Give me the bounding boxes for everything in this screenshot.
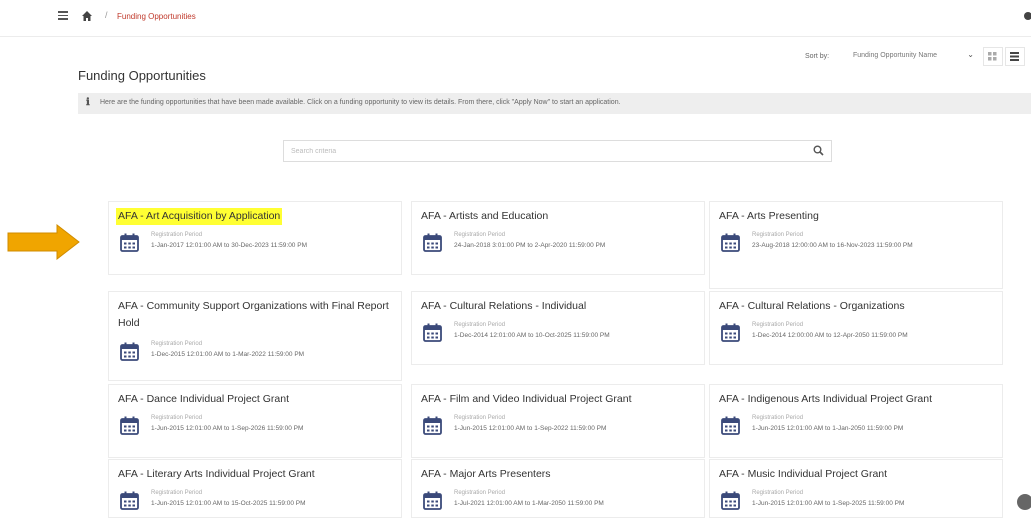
registration-period-label: Registration Period <box>151 232 203 238</box>
opportunity-title[interactable]: AFA - Arts Presenting <box>719 208 819 225</box>
menu-icon[interactable] <box>58 11 68 20</box>
grid-view-button[interactable] <box>983 47 1003 66</box>
registration-period: 24-Jan-2018 3:01:00 PM to 2-Apr-2020 11:… <box>454 242 606 249</box>
opportunity-title[interactable]: AFA - Literary Arts Individual Project G… <box>118 466 315 483</box>
opportunity-card[interactable]: AFA - Music Individual Project Grant Regi… <box>709 459 1003 518</box>
calendar-icon <box>423 416 442 435</box>
sort-select[interactable]: Funding Opportunity Name ⌄ <box>850 49 976 63</box>
sort-selected-value: Funding Opportunity Name <box>853 52 938 59</box>
calendar-icon <box>120 342 139 361</box>
opportunity-card[interactable]: AFA - Cultural Relations - Individual Reg… <box>411 291 705 365</box>
opportunity-title[interactable]: AFA - Music Individual Project Grant <box>719 466 887 483</box>
registration-period-label: Registration Period <box>151 490 203 496</box>
calendar-icon <box>721 233 740 252</box>
scroll-up-icon[interactable] <box>1017 494 1031 510</box>
top-bar: / Funding Opportunities <box>0 0 1031 37</box>
calendar-icon <box>120 491 139 510</box>
registration-period: 1-Jun-2015 12:01:00 AM to 1-Sep-2026 11:… <box>151 425 304 432</box>
registration-period-label: Registration Period <box>752 232 804 238</box>
registration-period-label: Registration Period <box>454 415 506 421</box>
opportunity-title[interactable]: AFA - Cultural Relations - Individual <box>421 298 586 315</box>
registration-period: 1-Jun-2015 12:01:00 AM to 1-Sep-2025 11:… <box>752 500 905 507</box>
page-title: Funding Opportunities <box>78 68 206 83</box>
breadcrumb-separator: / <box>105 10 108 20</box>
calendar-icon <box>721 323 740 342</box>
registration-period: 1-Jun-2015 12:01:00 AM to 1-Sep-2022 11:… <box>454 425 607 432</box>
list-icon <box>1010 52 1019 61</box>
calendar-icon <box>120 233 139 252</box>
opportunity-card[interactable]: AFA - Art Acquisition by Application Regi… <box>108 201 402 275</box>
info-icon: ℹ <box>86 97 90 108</box>
grid-icon <box>988 52 997 61</box>
opportunity-title[interactable]: AFA - Film and Video Individual Project … <box>421 391 632 408</box>
registration-period-label: Registration Period <box>454 232 506 238</box>
opportunity-title[interactable]: AFA - Major Arts Presenters <box>421 466 551 483</box>
arrow-annotation-icon <box>7 224 80 260</box>
opportunity-card[interactable]: AFA - Film and Video Individual Project … <box>411 384 705 458</box>
search-icon[interactable] <box>813 145 824 156</box>
opportunity-card[interactable]: AFA - Cultural Relations - Organizations… <box>709 291 1003 365</box>
opportunity-card[interactable]: AFA - Major Arts Presenters Registration … <box>411 459 705 518</box>
home-icon[interactable] <box>81 10 93 22</box>
registration-period-label: Registration Period <box>752 490 804 496</box>
opportunity-card[interactable]: AFA - Artists and Education Registration … <box>411 201 705 275</box>
registration-period: 1-Dec-2015 12:01:00 AM to 1-Mar-2022 11:… <box>151 351 305 358</box>
calendar-icon <box>721 491 740 510</box>
info-text: Here are the funding opportunities that … <box>100 99 621 106</box>
opportunity-title[interactable]: AFA - Indigenous Arts Individual Project… <box>719 391 932 408</box>
registration-period-label: Registration Period <box>752 415 804 421</box>
search-box <box>283 140 832 162</box>
registration-period-label: Registration Period <box>151 415 203 421</box>
opportunity-title[interactable]: AFA - Artists and Education <box>421 208 548 225</box>
registration-period: 1-Jun-2015 12:01:00 AM to 15-Oct-2025 11… <box>151 500 306 507</box>
registration-period-label: Registration Period <box>454 490 506 496</box>
breadcrumb-current[interactable]: Funding Opportunities <box>117 12 196 21</box>
calendar-icon <box>423 323 442 342</box>
opportunity-title[interactable]: AFA - Community Support Organizations wi… <box>118 298 393 332</box>
chevron-down-icon: ⌄ <box>967 50 974 59</box>
registration-period: 1-Jun-2015 12:01:00 AM to 1-Jan-2050 11:… <box>752 425 904 432</box>
calendar-icon <box>423 233 442 252</box>
search-input[interactable] <box>285 142 803 160</box>
calendar-icon <box>120 416 139 435</box>
registration-period: 1-Jan-2017 12:01:00 AM to 30-Dec-2023 11… <box>151 242 307 249</box>
registration-period: 23-Aug-2018 12:00:00 AM to 16-Nov-2023 1… <box>752 242 913 249</box>
opportunity-title[interactable]: AFA - Cultural Relations - Organizations <box>719 298 905 315</box>
registration-period: 1-Dec-2014 12:01:00 AM to 10-Oct-2025 11… <box>454 332 610 339</box>
info-banner: ℹ Here are the funding opportunities tha… <box>78 93 1031 114</box>
sort-label: Sort by: <box>805 53 830 60</box>
user-menu-icon[interactable] <box>1024 12 1031 20</box>
list-view-button[interactable] <box>1005 47 1025 66</box>
registration-period-label: Registration Period <box>151 341 203 347</box>
opportunity-title[interactable]: AFA - Dance Individual Project Grant <box>118 391 289 408</box>
registration-period-label: Registration Period <box>454 322 506 328</box>
calendar-icon <box>423 491 442 510</box>
registration-period: 1-Dec-2014 12:00:00 AM to 12-Apr-2050 11… <box>752 332 908 339</box>
calendar-icon <box>721 416 740 435</box>
opportunity-card[interactable]: AFA - Literary Arts Individual Project G… <box>108 459 402 518</box>
registration-period: 1-Jul-2021 12:01:00 AM to 1-Mar-2050 11:… <box>454 500 604 507</box>
opportunity-card[interactable]: AFA - Community Support Organizations wi… <box>108 291 402 381</box>
opportunity-title[interactable]: AFA - Art Acquisition by Application <box>116 208 283 225</box>
opportunity-card[interactable]: AFA - Dance Individual Project Grant Regi… <box>108 384 402 458</box>
opportunity-card[interactable]: AFA - Indigenous Arts Individual Project… <box>709 384 1003 458</box>
registration-period-label: Registration Period <box>752 322 804 328</box>
opportunity-card[interactable]: AFA - Arts Presenting Registration Period… <box>709 201 1003 289</box>
